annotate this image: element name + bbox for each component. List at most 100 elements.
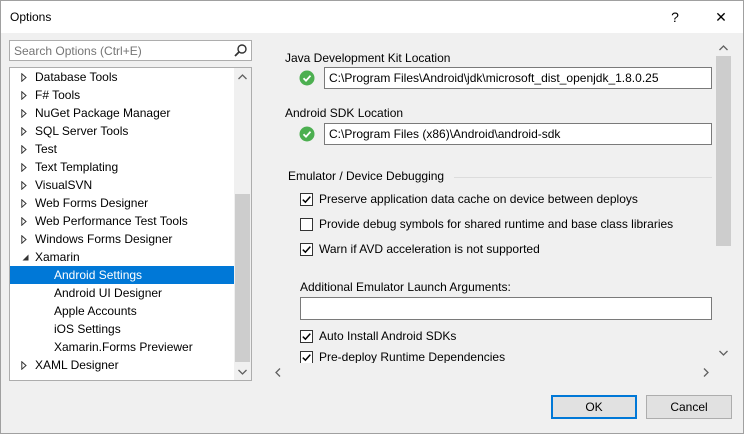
- ok-button[interactable]: OK: [551, 395, 637, 419]
- emulator-args-input[interactable]: [300, 297, 712, 320]
- collapsed-arrow-icon[interactable]: [19, 122, 29, 140]
- settings-panel: Java Development Kit Location C:\Program…: [269, 39, 731, 381]
- preserve-cache-label: Preserve application data cache on devic…: [319, 192, 638, 206]
- collapsed-arrow-icon[interactable]: [19, 194, 29, 212]
- tree-item-label: SQL Server Tools: [35, 124, 129, 138]
- chevron-up-icon: [238, 73, 247, 79]
- chevron-down-icon: [719, 350, 728, 356]
- scroll-thumb[interactable]: [235, 194, 250, 362]
- scroll-left-arrow[interactable]: [269, 363, 286, 381]
- tree-item-label: XAML Designer: [35, 358, 119, 372]
- tree-item[interactable]: NuGet Package Manager: [10, 104, 234, 122]
- settings-hscrollbar[interactable]: [269, 363, 731, 381]
- title-bar: Options ? ✕: [1, 1, 743, 33]
- scroll-down-arrow[interactable]: [234, 363, 251, 380]
- tree-item[interactable]: iOS Settings: [10, 320, 234, 338]
- search-box: [9, 40, 252, 61]
- auto-install-checkbox[interactable]: [300, 329, 313, 343]
- tree-item[interactable]: SQL Server Tools: [10, 122, 234, 140]
- preserve-cache-checkbox[interactable]: [300, 192, 313, 206]
- tree-item-label: NuGet Package Manager: [35, 106, 171, 120]
- tree-item-label: F# Tools: [35, 88, 81, 102]
- settings-scrollbar[interactable]: [715, 39, 731, 363]
- chevron-down-icon: [238, 369, 247, 375]
- tree-item-label: Apple Accounts: [54, 304, 137, 318]
- tree-item[interactable]: Android Settings: [10, 266, 234, 284]
- collapsed-arrow-icon[interactable]: [19, 104, 29, 122]
- expanded-arrow-icon[interactable]: [19, 248, 29, 266]
- tree-item-label: Web Performance Test Tools: [35, 214, 188, 228]
- tree-item-label: Xamarin.Forms Previewer: [54, 340, 193, 354]
- collapsed-arrow-icon[interactable]: [19, 140, 29, 158]
- tree-item-label: Database Tools: [35, 70, 118, 84]
- tree-item[interactable]: Text Templating: [10, 158, 234, 176]
- checkmark-icon: [302, 332, 311, 340]
- tree-item-label: Xamarin: [35, 250, 80, 264]
- tree-item-label: Android Settings: [54, 268, 143, 282]
- tree-item[interactable]: Test: [10, 140, 234, 158]
- collapsed-arrow-icon[interactable]: [19, 68, 29, 86]
- tree-item[interactable]: Web Forms Designer: [10, 194, 234, 212]
- search-icon[interactable]: [233, 43, 248, 58]
- emulator-group-title: Emulator / Device Debugging: [288, 169, 445, 183]
- tree-item[interactable]: Apple Accounts: [10, 302, 234, 320]
- options-tree: Database Tools F# Tools NuGet Package Mana…: [9, 67, 252, 381]
- collapsed-arrow-icon[interactable]: [19, 176, 29, 194]
- help-icon: ?: [671, 9, 679, 25]
- group-divider: [454, 177, 712, 178]
- debug-symbols-checkbox[interactable]: [300, 217, 313, 231]
- checkmark-icon: [302, 245, 311, 253]
- predeploy-checkbox[interactable]: [300, 350, 313, 364]
- jdk-location-field[interactable]: C:\Program Files\Android\jdk\microsoft_d…: [324, 67, 712, 89]
- close-icon: ✕: [715, 8, 727, 25]
- sdk-location-label: Android SDK Location: [285, 106, 404, 120]
- scroll-up-arrow[interactable]: [234, 68, 251, 85]
- tree-item[interactable]: Database Tools: [10, 68, 234, 86]
- tree-item[interactable]: Android UI Designer: [10, 284, 234, 302]
- warn-avd-checkbox[interactable]: [300, 242, 313, 256]
- chevron-right-icon: [703, 367, 709, 377]
- collapsed-arrow-icon[interactable]: [19, 356, 29, 374]
- collapsed-arrow-icon[interactable]: [19, 86, 29, 104]
- tree-scrollbar[interactable]: [234, 68, 251, 380]
- checkmark-icon: [302, 195, 311, 203]
- chevron-left-icon: [274, 367, 280, 377]
- tree-item-label: iOS Settings: [54, 322, 121, 336]
- tree-item-label: Test: [35, 142, 58, 156]
- scroll-down-arrow[interactable]: [715, 344, 731, 361]
- sdk-location-field[interactable]: C:\Program Files (x86)\Android\android-s…: [324, 123, 712, 145]
- jdk-location-label: Java Development Kit Location: [285, 51, 451, 65]
- scroll-thumb[interactable]: [716, 56, 731, 246]
- tree-item[interactable]: Xamarin: [10, 248, 234, 266]
- preserve-cache-option[interactable]: Preserve application data cache on devic…: [300, 191, 638, 207]
- collapsed-arrow-icon[interactable]: [19, 230, 29, 248]
- search-input[interactable]: [10, 41, 230, 60]
- tree-item[interactable]: F# Tools: [10, 86, 234, 104]
- collapsed-arrow-icon[interactable]: [19, 212, 29, 230]
- tree-item[interactable]: Windows Forms Designer: [10, 230, 234, 248]
- tree-item[interactable]: XAML Designer: [10, 356, 234, 374]
- options-dialog: Options ? ✕ Database Tools F# Tools NuGet …: [0, 0, 744, 434]
- tree-item-label: Web Forms Designer: [35, 196, 149, 210]
- scroll-up-arrow[interactable]: [715, 39, 731, 56]
- scroll-right-arrow[interactable]: [697, 363, 714, 381]
- auto-install-label: Auto Install Android SDKs: [319, 329, 457, 343]
- auto-install-option[interactable]: Auto Install Android SDKs: [300, 328, 456, 344]
- cancel-button[interactable]: Cancel: [646, 395, 732, 419]
- tree-item[interactable]: VisualSVN: [10, 176, 234, 194]
- tree-item-label: VisualSVN: [35, 178, 93, 192]
- tree-items: Database Tools F# Tools NuGet Package Mana…: [10, 68, 234, 374]
- warn-avd-label: Warn if AVD acceleration is not supporte…: [319, 242, 540, 256]
- help-button[interactable]: ?: [652, 1, 698, 33]
- debug-symbols-label: Provide debug symbols for shared runtime…: [319, 217, 674, 231]
- settings-content: Java Development Kit Location C:\Program…: [269, 39, 713, 381]
- close-button[interactable]: ✕: [698, 1, 744, 33]
- checkmark-icon: [302, 353, 311, 361]
- check-circle-icon: [299, 70, 315, 86]
- collapsed-arrow-icon[interactable]: [19, 158, 29, 176]
- tree-item[interactable]: Xamarin.Forms Previewer: [10, 338, 234, 356]
- tree-item[interactable]: Web Performance Test Tools: [10, 212, 234, 230]
- debug-symbols-option[interactable]: Provide debug symbols for shared runtime…: [300, 216, 673, 232]
- chevron-up-icon: [719, 44, 728, 50]
- warn-avd-option[interactable]: Warn if AVD acceleration is not supporte…: [300, 241, 540, 257]
